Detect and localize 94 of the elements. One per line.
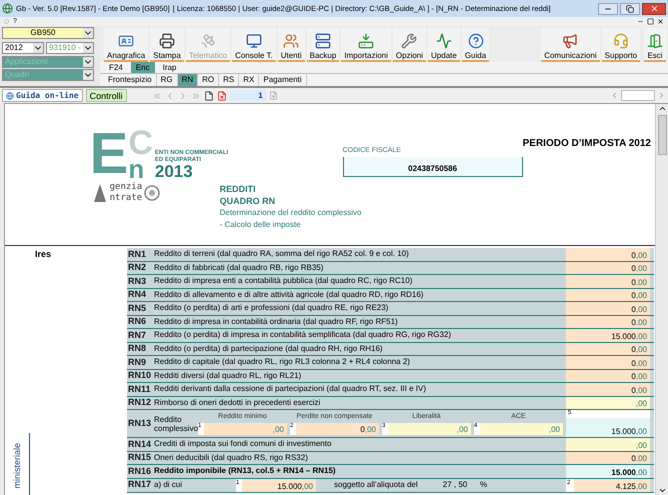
row-code: RN6 — [128, 315, 148, 328]
amount-field[interactable]: 15.000,00 — [566, 329, 650, 342]
percent-sign: % — [480, 479, 488, 491]
amount-field[interactable]: 0,00 — [566, 356, 650, 368]
row-label: Reddito di allevamento e di altre attività agricole (dal quadro RD, rigo RD16) — [154, 288, 424, 301]
amount-field[interactable]: 15.000,00 — [566, 418, 650, 437]
section-label: Ires — [35, 248, 52, 261]
row-code: RN11 — [128, 382, 152, 396]
toolbar-button[interactable]: Backup — [306, 28, 340, 62]
dropdown[interactable]: 2012 — [2, 42, 44, 54]
amount-field[interactable]: 0,00 — [566, 383, 650, 396]
amount-field[interactable]: 15.000,00 — [242, 478, 316, 492]
row-label: Reddito (o perdita) di arti e professioni (dal quadro RE, rigo RE23) — [154, 302, 388, 314]
amount-field[interactable]: 0,00 — [566, 302, 650, 314]
tab[interactable]: Enc — [130, 62, 155, 73]
row-label: Reddito di capitale (dal quadro RL, rigo RL3 colonna 2 + RL4 colonna 2) — [154, 356, 410, 368]
tab[interactable]: RN — [178, 74, 198, 86]
side-label: ministeriale — [11, 443, 23, 489]
amount-field[interactable]: 0,00 — [296, 423, 379, 435]
row-label: Oneri deducibili (dal quadro RS, rigo RS32) — [154, 452, 308, 464]
row-code: RN13 — [128, 416, 152, 430]
row-label: Reddito di terreni (dal quadro RA, somma del rigo RA52 col. 9 e col. 10) — [154, 248, 409, 260]
amount-field[interactable]: ,00 — [566, 396, 650, 409]
row-label: Reddito di fabbricati (dal quadro RB, rigo RB35) — [154, 262, 324, 274]
amount-field[interactable]: ,00 — [480, 423, 563, 435]
dropdown[interactable]: GB950 — [2, 27, 94, 39]
row-code: RN9 — [128, 356, 148, 368]
row-code: RN8 — [128, 342, 148, 355]
toolbar-button[interactable]: Console T. — [232, 28, 276, 62]
rate-value: 27 , 50 — [442, 479, 468, 491]
amount-field[interactable]: 0,00 — [566, 262, 650, 274]
amount-field[interactable]: ,00 — [566, 438, 650, 450]
row-code: RN5 — [128, 302, 148, 314]
form-description: - Calcolo delle imposte — [220, 218, 301, 230]
amount-field[interactable]: 0,00 — [566, 452, 650, 464]
amount-field[interactable]: 4.125,00 — [574, 478, 650, 492]
row-code: RN17 — [128, 478, 152, 492]
amount-field[interactable]: 0,00 — [566, 316, 650, 328]
tab[interactable]: F24 — [104, 62, 128, 73]
tax-period: PERIODO D’IMPOSTA 2012 — [522, 138, 651, 149]
rate-label: soggetto all’aliquota del — [334, 479, 419, 491]
row-code: RN7 — [128, 328, 148, 342]
amount-field[interactable]: 0,00 — [566, 275, 650, 288]
row-code: RN1 — [128, 248, 148, 260]
form-subtitle: QUADRO RN — [220, 194, 276, 206]
form-title: REDDITI — [220, 182, 256, 194]
amount-field[interactable]: 0,00 — [566, 248, 650, 260]
amount-field[interactable]: 15.000,00 — [566, 465, 650, 478]
row-label: Redditi diversi (dal quadro RL, rigo RL21) — [154, 370, 302, 382]
checks-button[interactable]: Controlli — [86, 89, 127, 102]
row-label: Rimborso di oneri dedotti in precedenti esercizi — [154, 396, 320, 409]
row-label: a) di cui — [154, 479, 184, 491]
row-code: RN14 — [128, 438, 152, 450]
row-label: Reddito di impresa enti a contabilità pubblica (dal quadro RC, rigo RC10) — [154, 275, 412, 288]
row-code: RN15 — [128, 451, 152, 464]
row-code: RN4 — [128, 288, 148, 301]
row-label: Reddito (o perdita) di impresa in contabilità semplificata (dal quadro RG, rigo RG32) — [154, 329, 452, 342]
row-label: Redditi derivanti dalla cessione di partecipazioni (dal quadro RT, sez. III e IV) — [154, 383, 426, 396]
logo-letter: C — [128, 128, 153, 158]
toolbar-button[interactable]: Anagrafica — [104, 28, 148, 62]
row-code: RN16 — [128, 464, 152, 478]
row-code: RN12 — [128, 396, 152, 409]
toolbar-button[interactable]: Update — [428, 28, 460, 62]
amount-field[interactable]: ,00 — [388, 423, 471, 435]
amount-field[interactable]: 0,00 — [566, 288, 650, 301]
tab[interactable]: Irap — [158, 62, 182, 73]
tax-code-field[interactable]: 02438750586 — [342, 156, 523, 176]
amount-field[interactable]: 0,00 — [566, 370, 650, 382]
row-label: Reddito imponibile (RN13, col.5 + RN14 – RN15) — [154, 465, 336, 478]
toolbar-button[interactable]: Opzioni — [392, 28, 426, 62]
toolbar-button[interactable]: Guida — [462, 28, 490, 62]
row-code: RN2 — [128, 261, 148, 274]
toolbar-button[interactable]: Supporto — [602, 28, 640, 62]
toolbar-button[interactable]: Stampa — [150, 28, 184, 62]
help-button[interactable]: Guida on-line — [2, 89, 83, 102]
form-description: Determinazione del reddito complessivo — [220, 206, 362, 218]
row-code: RN10 — [128, 369, 152, 382]
agency-name: ntrate — [110, 193, 142, 204]
row-code: RN3 — [128, 274, 148, 288]
row-label: Reddito di impresa in contabilità ordinaria (dal quadro RF, rigo RF51) — [154, 316, 398, 328]
toolbar-button[interactable]: Esci — [644, 28, 666, 62]
row-label: Reddito (o perdita) di partecipazione (dal quadro RH, rigo RH16) — [154, 342, 383, 355]
toolbar-button[interactable]: Importazioni — [341, 28, 391, 62]
amount-field[interactable]: 0,00 — [566, 342, 650, 355]
toolbar-button[interactable]: Utenti — [278, 28, 305, 62]
logo-letter: n — [128, 158, 144, 180]
page-number-field[interactable]: 1 — [230, 90, 266, 101]
row-label: Crediti di imposta sui fondi comuni di investimento — [154, 438, 332, 450]
row-label: Reddito complessivo — [154, 414, 198, 432]
toolbar-button[interactable]: Comunicazioni — [541, 28, 600, 62]
amount-field[interactable]: ,00 — [204, 423, 287, 435]
agency-name: genzia — [110, 182, 142, 193]
logo-year: 2013 — [154, 164, 193, 180]
logo-letter: E — [90, 128, 128, 180]
